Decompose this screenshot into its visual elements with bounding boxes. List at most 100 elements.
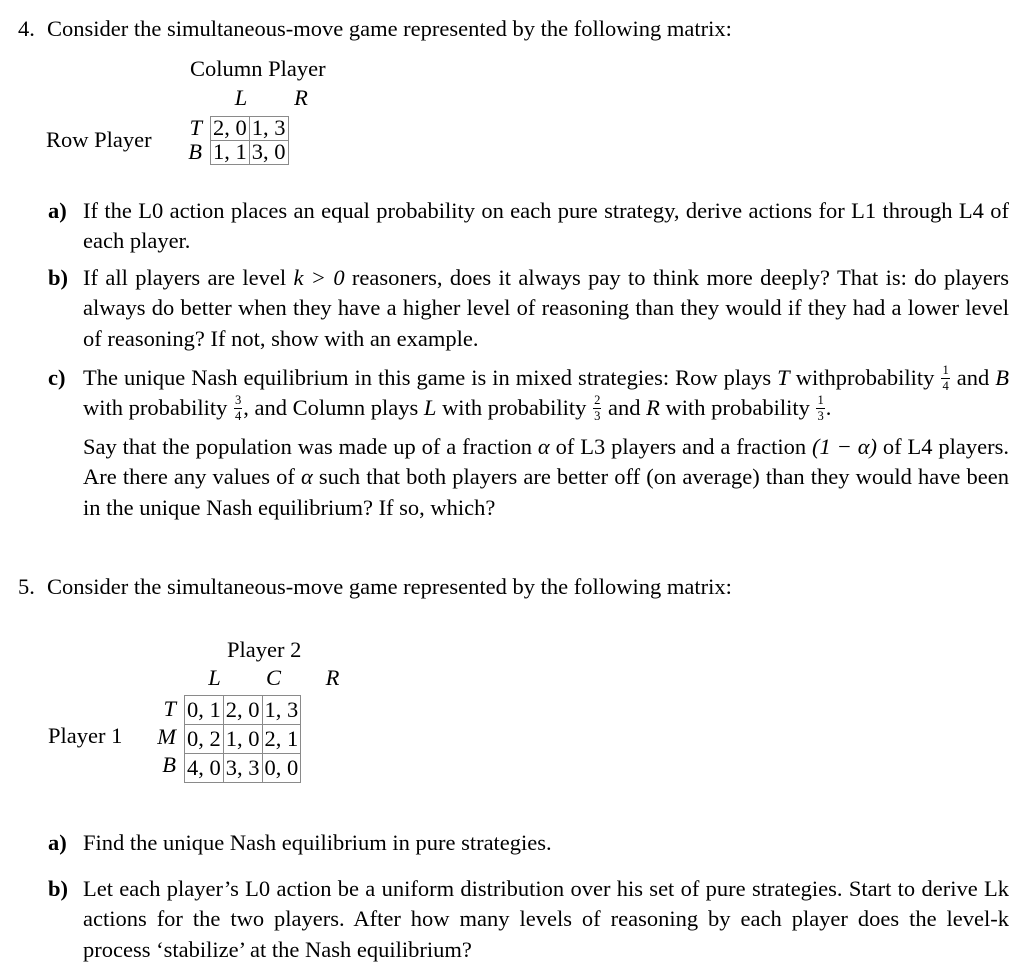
problem-5: 5. Consider the simultaneous-move game r… (18, 572, 1009, 601)
part-c-paragraph-2: Say that the population was made up of a… (83, 432, 1009, 523)
matrix-2-row-label-M: M (157, 724, 176, 749)
matrix-2-table: 0, 1 2, 0 1, 3 0, 2 1, 0 2, 1 4, 0 3, 3 … (184, 695, 302, 783)
cell-value: 3, 3 (225, 754, 260, 780)
problem-4-part-c: c) The unique Nash equilibrium in this g… (48, 363, 1009, 523)
part-a-body: If the L0 action places an equal probabi… (83, 196, 1009, 257)
matrix-2-cell-B-R: 0, 0 (261, 753, 302, 783)
part-c-text-8: and (602, 395, 647, 421)
problem-5-heading: 5. Consider the simultaneous-move game r… (18, 572, 1009, 601)
matrix-1-cell-B-R: 3, 0 (248, 139, 289, 165)
fraction-row-T-probability: 14 (941, 364, 950, 393)
matrix-1-row-player-title: Row Player (46, 127, 152, 152)
matrix-1-cell-T-R: 1, 3 (248, 115, 289, 141)
part-c-paragraph-1: The unique Nash equilibrium in this game… (83, 363, 1009, 424)
problem-4-part-b: b) If all players are level k > 0 reason… (48, 263, 1009, 354)
cell-value: 2, 1 (264, 725, 299, 751)
matrix-1-column-label-R: R (294, 85, 308, 110)
part-c-body: The unique Nash equilibrium in this game… (83, 363, 1009, 523)
part-c2-text-2: of L3 players and a fraction (549, 433, 813, 459)
matrix-2-column-label-C: C (265, 665, 281, 690)
math-strategy-T: T (777, 365, 790, 390)
problem-4-number: 4. (18, 16, 35, 41)
cell-value: 4, 0 (187, 754, 221, 780)
problem-5-part-b-letter: b) (48, 876, 69, 901)
part-c-text-7: with probability (436, 395, 593, 421)
part-c2-text-1: Say that the population was made up of a… (83, 433, 538, 459)
cell-value: 1, 0 (225, 725, 260, 751)
cell-value: 1, 3 (251, 115, 286, 141)
fraction-numerator: 1 (817, 393, 824, 408)
matrix-2-cell-M-R: 2, 1 (261, 724, 302, 754)
table-row: 0, 1 2, 0 1, 3 (184, 695, 302, 725)
part-b-letter: b) (48, 265, 69, 290)
matrix-1-table: 2, 0 1, 3 1, 1 3, 0 (210, 116, 289, 165)
matrix-2-row-player-title: Player 1 (48, 723, 123, 748)
problem-5-part-a: a) Find the unique Nash equilibrium in p… (48, 828, 1009, 858)
problem-5-part-b-body: Let each player’s L0 action be a uniform… (83, 874, 1009, 965)
problem-5-part-a-paragraph: Find the unique Nash equilibrium in pure… (83, 830, 552, 855)
matrix-1-row-label-T: T (189, 115, 202, 140)
part-c-text-1: The unique Nash equilibrium in this game… (83, 365, 778, 390)
cell-value: 2, 0 (225, 696, 260, 722)
table-row: 0, 2 1, 0 2, 1 (184, 724, 302, 754)
matrix-2-cell-M-L: 0, 2 (184, 724, 224, 754)
math-strategy-R: R (646, 395, 660, 421)
matrix-1-cell-T-L: 2, 0 (210, 116, 250, 141)
fraction-denominator: 4 (234, 408, 243, 424)
part-c-text-4: and (950, 365, 996, 390)
matrix-1-column-player-title: Column Player (190, 56, 326, 81)
matrix-2-cell-T-L: 0, 1 (184, 695, 224, 725)
problem-5-part-b-paragraph: Let each player’s L0 action be a uniform… (83, 876, 1009, 962)
matrix-2-row-label-T: T (163, 696, 176, 721)
fraction-denominator: 4 (941, 377, 950, 393)
document-page: 4. Consider the simultaneous-move game r… (0, 0, 1024, 968)
cell-value: 0, 2 (187, 725, 221, 751)
matrix-2-cell-B-L: 4, 0 (184, 753, 224, 783)
matrix-1-row-label-B: B (188, 139, 202, 164)
matrix-2-column-player-title: Player 2 (227, 637, 302, 662)
fraction-row-B-probability: 34 (234, 393, 243, 424)
cell-value: 1, 1 (213, 139, 247, 165)
problem-5-part-a-body: Find the unique Nash equilibrium in pure… (83, 828, 1009, 858)
fraction-numerator: 2 (594, 393, 601, 408)
matrix-2-cell-B-C: 3, 3 (222, 753, 263, 783)
math-k-condition: k > 0 (293, 265, 345, 290)
problem-4: 4. Consider the simultaneous-move game r… (18, 14, 1009, 43)
matrix-2-column-label-R: R (325, 665, 340, 690)
math-alpha-1: α (537, 433, 550, 459)
problem-5-part-a-letter: a) (48, 830, 67, 855)
cell-value: 0, 1 (187, 696, 221, 722)
part-c-text-11: . (825, 395, 832, 421)
fraction-denominator: 3 (593, 408, 602, 424)
part-c-text-10: with probability (665, 395, 816, 421)
part-a-letter: a) (48, 198, 67, 223)
table-row: 1, 1 3, 0 (210, 139, 289, 165)
cell-value: 0, 0 (264, 754, 299, 780)
cell-value: 3, 0 (251, 139, 286, 165)
fraction-col-L-probability: 23 (593, 393, 602, 424)
part-a-paragraph: If the L0 action places an equal probabi… (83, 198, 1009, 254)
part-c-text-6: , and Column plays (243, 395, 424, 421)
problem-4-heading: 4. Consider the simultaneous-move game r… (18, 14, 1009, 43)
part-c-text-3: probability (835, 365, 941, 390)
part-c-letter: c) (48, 365, 66, 390)
problem-4-part-a: a) If the L0 action places an equal prob… (48, 196, 1009, 257)
fraction-denominator: 3 (816, 408, 825, 424)
part-c-text-2: with (789, 365, 836, 390)
fraction-col-R-probability: 13 (816, 393, 825, 424)
table-row: 4, 0 3, 3 0, 0 (184, 753, 302, 783)
math-strategy-L: L (423, 395, 437, 421)
problem-5-stem: Consider the simultaneous-move game repr… (47, 574, 732, 599)
matrix-2-cell-M-C: 1, 0 (222, 724, 263, 754)
part-b-text-pre: If all players are level (83, 265, 294, 290)
matrix-2-column-label-L: L (208, 665, 221, 690)
problem-5-part-b: b) Let each player’s L0 action be a unif… (48, 874, 1009, 965)
fraction-numerator: 3 (235, 393, 242, 408)
table-row: 2, 0 1, 3 (210, 115, 289, 141)
part-b-body: If all players are level k > 0 reasoners… (83, 263, 1009, 354)
part-c-text-5: with probability (83, 395, 233, 421)
matrix-2-row-label-B: B (162, 752, 176, 777)
matrix-1-cell-B-L: 1, 1 (210, 139, 250, 165)
problem-5-number: 5. (18, 574, 35, 599)
matrix-2-cell-T-R: 1, 3 (261, 695, 302, 725)
